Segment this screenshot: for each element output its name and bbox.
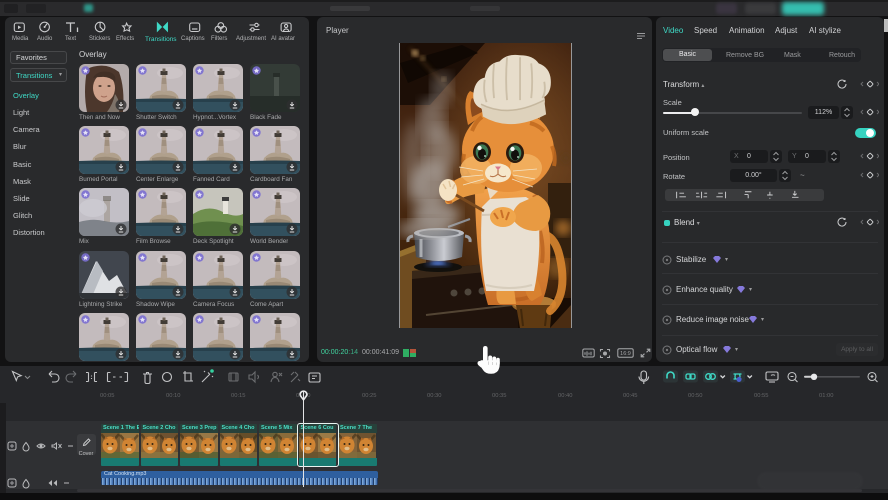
svg-text:16:9: 16:9 [620,351,631,357]
